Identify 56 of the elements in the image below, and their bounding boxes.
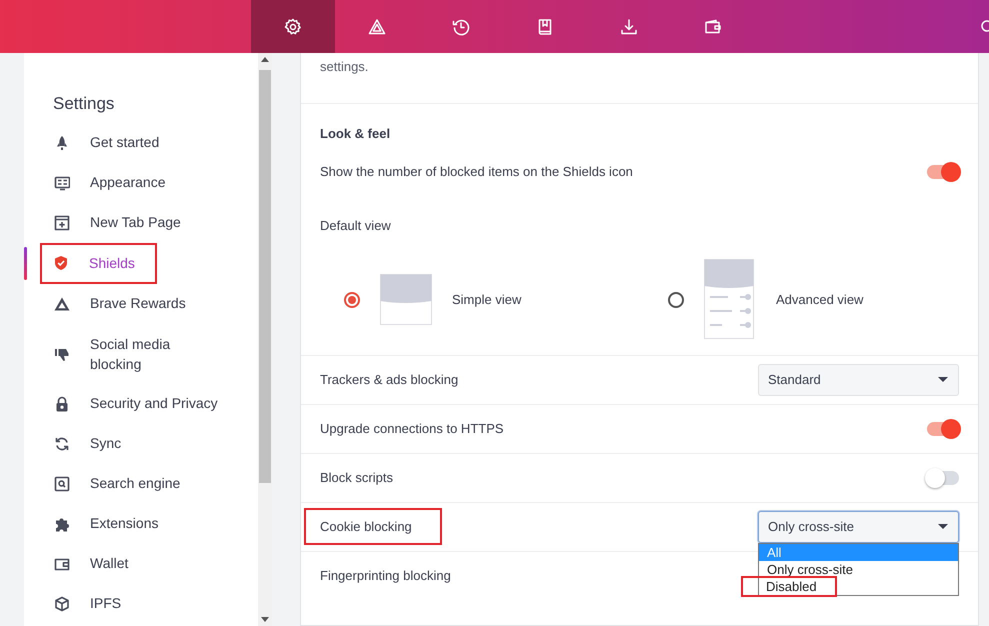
sidebar-item[interactable]: Wallet xyxy=(53,544,128,584)
toggle-switch[interactable] xyxy=(927,422,959,436)
shield-icon xyxy=(53,255,69,271)
toolbar-tab[interactable] xyxy=(251,0,335,53)
radio-button[interactable] xyxy=(344,292,360,308)
view-option-label: Simple view xyxy=(452,290,522,309)
active-indicator xyxy=(24,246,27,280)
new-tab-icon xyxy=(54,214,70,230)
setting-label: Block scripts xyxy=(320,468,393,487)
puzzle-icon xyxy=(54,516,70,532)
sidebar-item[interactable]: Search engine xyxy=(53,464,180,504)
sidebar-item[interactable]: Sync xyxy=(53,424,122,464)
wallet-icon xyxy=(54,556,70,572)
download-icon xyxy=(620,18,638,36)
gear-icon xyxy=(284,18,302,36)
setting-label: Default view xyxy=(320,218,391,232)
simple-view-preview xyxy=(380,274,432,326)
wallet-icon xyxy=(704,18,722,36)
setting-label: Trackers & ads blocking xyxy=(320,370,458,389)
triangle-icon xyxy=(368,18,386,36)
sidebar-title: Settings xyxy=(53,93,114,115)
setting-label: Upgrade connections to HTTPS xyxy=(320,420,504,438)
dropdown-option[interactable]: Disabled xyxy=(743,578,835,595)
bookmarks-icon xyxy=(536,18,554,36)
rocket-icon xyxy=(54,134,70,150)
search-icon xyxy=(54,476,70,492)
lock-icon xyxy=(54,396,70,412)
triangle-icon xyxy=(54,296,70,312)
toggle-switch[interactable] xyxy=(927,470,959,484)
section-title: Look & feel xyxy=(320,126,390,141)
dropdown-option[interactable]: Only cross-site xyxy=(759,561,958,578)
setting-label: Cookie blocking xyxy=(306,510,440,544)
sidebar-item[interactable]: IPFS xyxy=(53,584,122,624)
sidebar-item[interactable]: Brave Rewards xyxy=(53,284,186,324)
dropdown-select[interactable]: Standard xyxy=(758,364,959,396)
scroll-up-icon[interactable] xyxy=(261,57,269,62)
sidebar-item[interactable]: Social media blocking xyxy=(53,324,200,384)
sidebar-item[interactable]: Appearance xyxy=(53,162,166,202)
dropdown-select[interactable]: Only cross-site xyxy=(758,510,959,542)
layout-icon xyxy=(54,174,70,190)
view-option-label: Advanced view xyxy=(776,290,864,309)
cube-icon xyxy=(54,596,70,612)
sidebar-item[interactable]: Shields xyxy=(42,244,155,282)
scrollbar[interactable] xyxy=(258,53,272,626)
sidebar-item[interactable]: New Tab Page xyxy=(53,202,181,242)
sidebar-item[interactable]: Get started xyxy=(53,122,160,162)
toggle-switch[interactable] xyxy=(927,164,959,178)
setting-label: Fingerprinting blocking xyxy=(320,566,451,585)
sync-icon xyxy=(54,436,70,452)
intro-text: settings. xyxy=(320,59,368,74)
setting-label: Show the number of blocked items on the Shields icon xyxy=(320,162,633,181)
scroll-down-icon[interactable] xyxy=(261,617,269,622)
radio-button[interactable] xyxy=(668,292,684,308)
sidebar-item[interactable]: Security and Privacy xyxy=(53,384,218,424)
sidebar-item[interactable]: Extensions xyxy=(53,504,158,544)
history-icon xyxy=(452,18,470,36)
